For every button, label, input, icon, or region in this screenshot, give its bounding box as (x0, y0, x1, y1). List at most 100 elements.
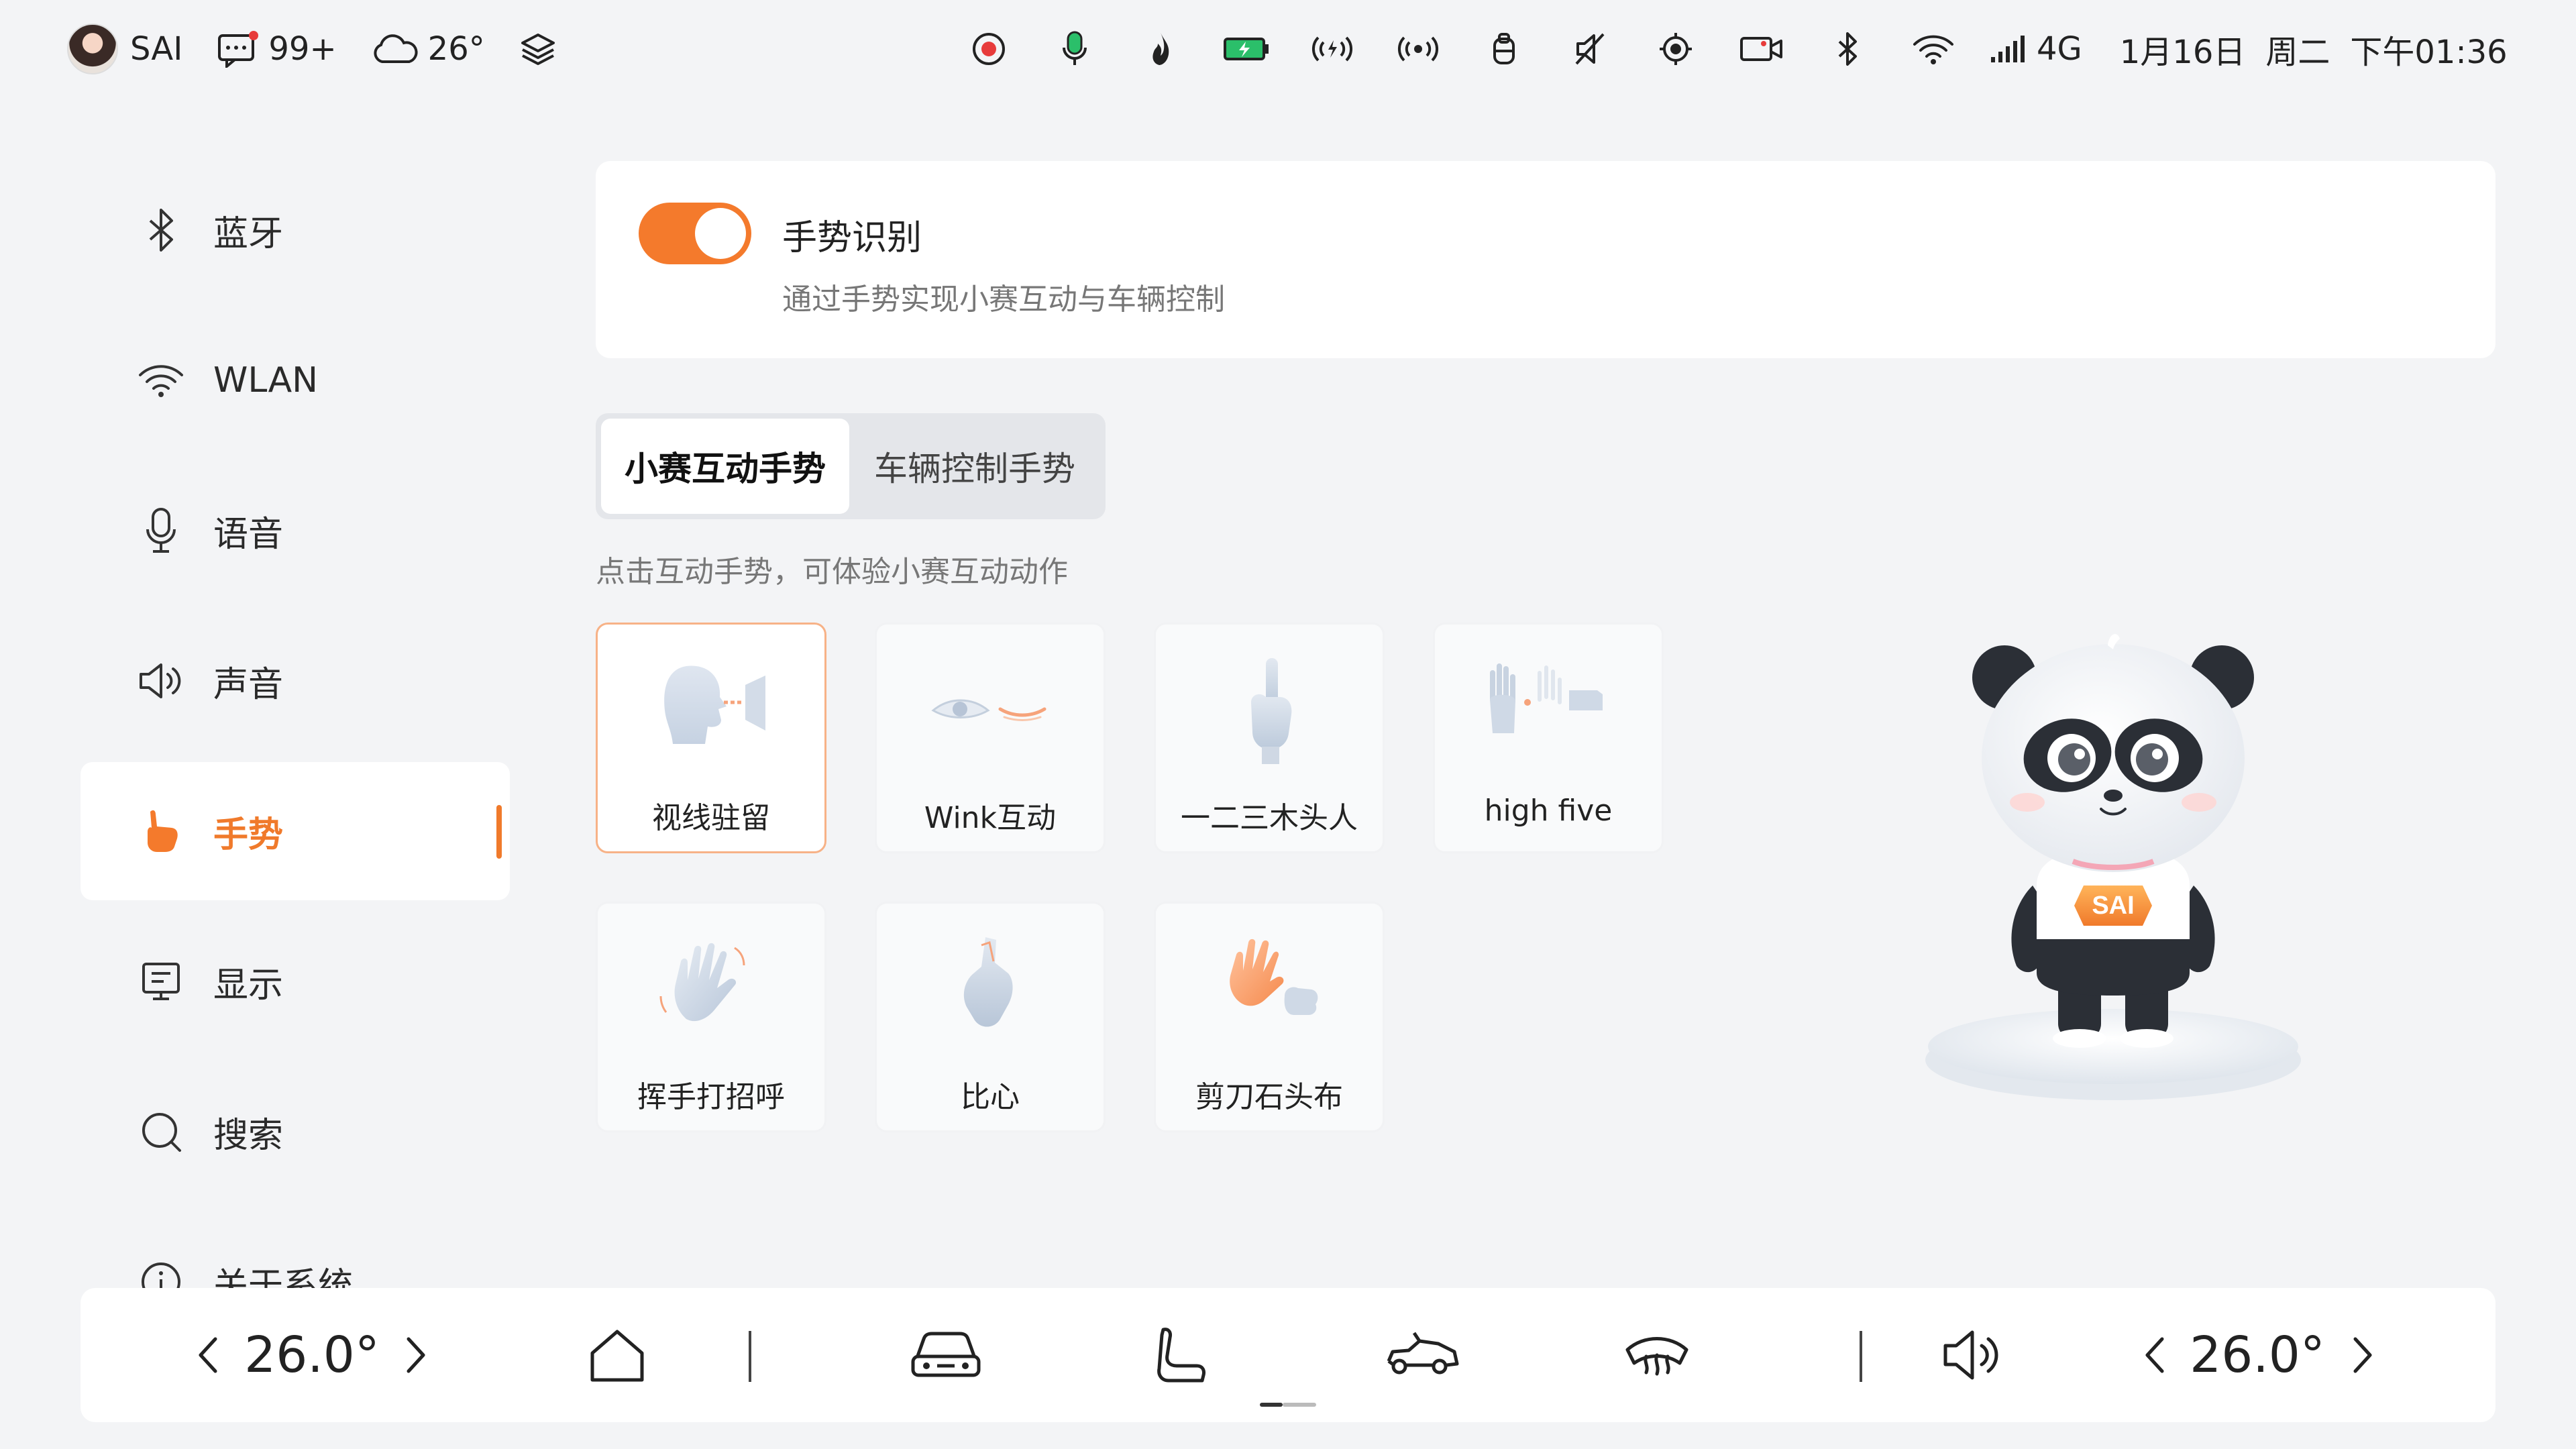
gesture-card-label: 一二三木头人 (1181, 801, 1358, 835)
cloud-icon (372, 34, 419, 64)
vehicle-button[interactable] (892, 1288, 1000, 1422)
toggle-knob (695, 208, 746, 259)
microphone-icon (136, 505, 186, 556)
battery-icon (1203, 20, 1289, 78)
gesture-card-wink[interactable]: Wink互动 (875, 623, 1106, 853)
hand-icon (136, 806, 186, 857)
gesture-card-label: high five (1484, 794, 1613, 828)
avatar[interactable] (67, 23, 118, 74)
wave-hand-icon (646, 932, 780, 1046)
layers-button[interactable] (520, 32, 556, 66)
radio-signal-icon (1375, 20, 1461, 78)
finger-heart-icon (925, 932, 1059, 1046)
seat-button[interactable] (1127, 1288, 1234, 1422)
mic-icon (1032, 20, 1118, 78)
message-icon (217, 30, 259, 68)
user-name[interactable]: SAI (130, 30, 182, 68)
gesture-card-label: 剪刀石头布 (1195, 1080, 1343, 1114)
gesture-card-label: Wink互动 (924, 801, 1057, 835)
panda-mascot[interactable]: SAI (1919, 590, 2308, 1127)
sidebar-item-sound[interactable]: 声音 (80, 612, 510, 750)
sidebar-item-display[interactable]: 显示 (80, 912, 510, 1051)
mascot-badge-text: SAI (2092, 892, 2134, 920)
sidebar-item-voice[interactable]: 语音 (80, 462, 510, 600)
record-icon (946, 20, 1032, 78)
car-open-button[interactable] (1368, 1288, 1476, 1422)
gesture-card-wave[interactable]: 挥手打招呼 (596, 902, 826, 1132)
home-icon (587, 1326, 647, 1384)
right-temp-value: 26.0° (2190, 1326, 2325, 1384)
gesture-recognition-description: 通过手势实现小赛互动与车辆控制 (782, 282, 1225, 317)
high-five-icon (1483, 653, 1617, 767)
wifi-icon (1890, 20, 1976, 78)
info-icon (136, 1256, 186, 1288)
wifi-icon (136, 355, 186, 406)
sidebar-item-about[interactable]: 关于系统 (80, 1213, 510, 1288)
sidebar-item-label: 语音 (213, 514, 284, 555)
chevron-right-icon (2353, 1336, 2373, 1374)
cell-indicator: 4G 1月16日 周二 下午01:36 (1990, 25, 2508, 72)
message-count: 99+ (268, 30, 337, 68)
rock-paper-scissors-icon (1204, 932, 1338, 1046)
defrost-icon (1623, 1330, 1690, 1381)
sidebar-item-label: 显示 (213, 965, 284, 1006)
gesture-card-gaze[interactable]: 视线驻留 (596, 623, 826, 853)
gesture-card-high-five[interactable]: high five (1433, 623, 1664, 853)
layers-icon (520, 32, 556, 66)
chevron-right-icon (406, 1336, 426, 1374)
gesture-card-one-two-three[interactable]: 一二三木头人 (1154, 623, 1385, 853)
left-temp-value: 26.0° (244, 1326, 380, 1384)
sidebar-item-label: 蓝牙 (213, 213, 284, 254)
cell-signal-icon (1990, 34, 2027, 64)
sidebar-item-label: 手势 (213, 814, 284, 855)
status-left: SAI 99+ 26° (67, 20, 556, 78)
dashcam-icon (1719, 20, 1805, 78)
gesture-hint: 点击互动手势，可体验小赛互动动作 (596, 555, 1068, 589)
date-text: 1月16日 (2119, 34, 2246, 71)
gesture-card-label: 比心 (961, 1080, 1020, 1114)
time-text: 下午01:36 (2350, 34, 2508, 71)
finger-up-icon (1204, 653, 1338, 767)
right-temp-decrease-button[interactable] (2128, 1288, 2182, 1422)
status-right: 4G 1月16日 周二 下午01:36 (946, 20, 2516, 78)
chevron-left-icon (2145, 1336, 2165, 1374)
active-indicator (496, 805, 502, 859)
bluetooth-icon (136, 205, 186, 256)
gesture-recognition-title: 手势识别 (782, 218, 922, 258)
sidebar-item-gesture[interactable]: 手势 (80, 762, 510, 900)
seat-icon (1154, 1326, 1208, 1385)
sidebar-item-bluetooth[interactable]: 蓝牙 (80, 161, 510, 299)
settings-sidebar: 蓝牙 WLAN 语音 声音 手势 显示 搜索 关于系统 (80, 148, 510, 1288)
weather-temp: 26° (427, 30, 485, 68)
messages-indicator[interactable]: 99+ (217, 30, 337, 68)
gesture-card-label: 挥手打招呼 (637, 1080, 785, 1114)
sidebar-item-label: 搜索 (213, 1115, 284, 1156)
tab-interaction-gestures[interactable]: 小赛互动手势 (601, 419, 849, 514)
gesture-type-tabs: 小赛互动手势 车辆控制手势 (596, 413, 1106, 519)
sidebar-item-search[interactable]: 搜索 (80, 1063, 510, 1201)
gesture-card-rock-paper-scissors[interactable]: 剪刀石头布 (1154, 902, 1385, 1132)
speaker-icon (136, 655, 186, 706)
sidebar-item-label: WLAN (213, 360, 319, 400)
right-temp-increase-button[interactable] (2336, 1288, 2390, 1422)
dock-divider (1860, 1331, 1862, 1382)
status-bar: SAI 99+ 26° 4G 1月16日 周二 下午01:36 (0, 0, 2576, 98)
left-temp-increase-button[interactable] (389, 1288, 443, 1422)
left-temp-decrease-button[interactable] (181, 1288, 235, 1422)
weather-indicator[interactable]: 26° (372, 30, 485, 68)
home-button[interactable] (570, 1288, 664, 1422)
dock-divider (749, 1331, 751, 1382)
gesture-recognition-toggle[interactable] (639, 203, 751, 264)
defrost-button[interactable] (1603, 1288, 1711, 1422)
volume-button[interactable] (1919, 1288, 2026, 1422)
page-indicator-active (1260, 1403, 1283, 1407)
gesture-recognition-card: 手势识别 通过手势实现小赛互动与车辆控制 (596, 161, 2496, 358)
tab-vehicle-control-gestures[interactable]: 车辆控制手势 (849, 419, 1100, 514)
sidebar-item-label: 声音 (213, 664, 284, 705)
bluetooth-icon (1805, 20, 1890, 78)
weekday-text: 周二 (2265, 34, 2330, 71)
sidebar-item-wlan[interactable]: WLAN (80, 311, 510, 449)
gesture-card-finger-heart[interactable]: 比心 (875, 902, 1106, 1132)
volume-icon (1940, 1328, 2004, 1382)
tpms-icon (1633, 20, 1719, 78)
